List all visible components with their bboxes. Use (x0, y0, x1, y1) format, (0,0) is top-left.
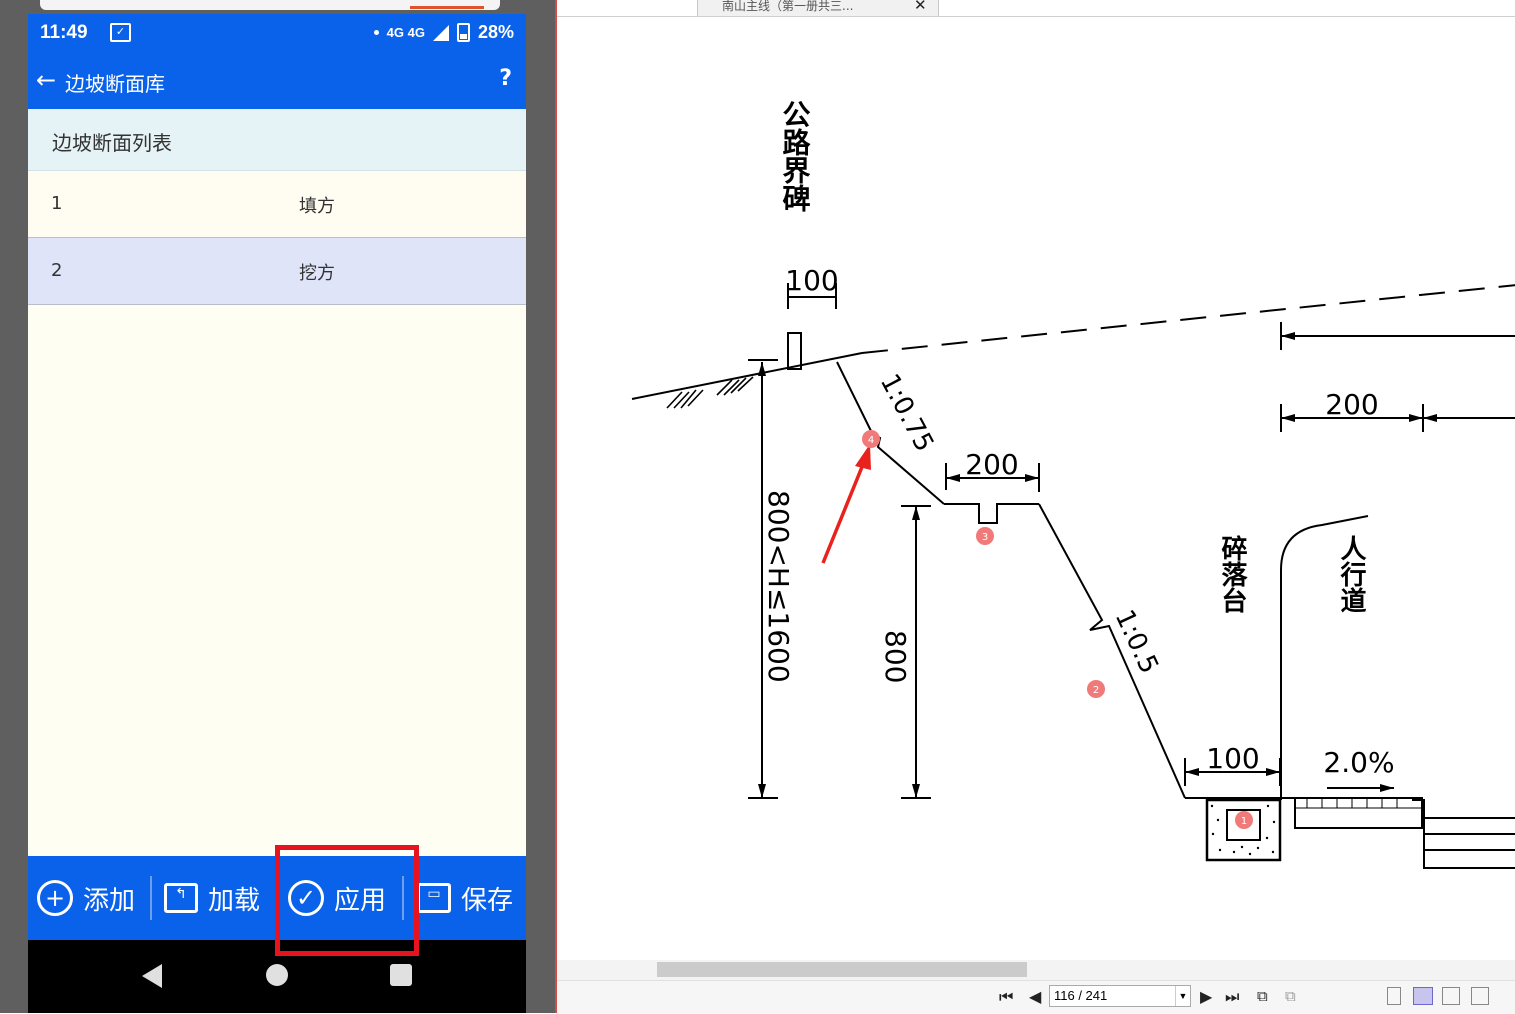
save-button[interactable]: ▭ 保存 (417, 856, 513, 940)
network-type: 4G 4G (386, 25, 425, 40)
dim-arrowhead (1025, 474, 1039, 482)
table-row-selected[interactable]: 2 挖方 (28, 238, 526, 305)
list-header-label: 边坡断面列表 (52, 131, 172, 155)
row-number: 2 (51, 260, 63, 281)
marker-label: 2 (1093, 685, 1099, 696)
marker-label: 1 (1241, 816, 1247, 827)
load-arrow-icon: ↰ (164, 883, 198, 913)
marker-label: 4 (868, 435, 874, 446)
status-time: 11:49 (40, 22, 88, 43)
marker-label: 3 (982, 532, 988, 543)
ground-line (631, 352, 863, 400)
pdf-viewer: 南山主线（第一册共三... ✕ 1 2 3 4 公路界碑 100 1:0.75 … (555, 0, 1515, 1014)
page-indicator: 116 / 241 (1054, 988, 1108, 1003)
add-button[interactable]: + 添加 (37, 856, 135, 940)
boundary-post (787, 332, 802, 370)
design-dashed-line (861, 284, 1515, 354)
dim-200-right: 200 (1325, 388, 1378, 421)
dim-800: 800 (879, 630, 912, 683)
dim-100-bottom: 100 (1206, 742, 1259, 775)
bench-ditch (944, 503, 1039, 524)
annotation-arrowhead (855, 444, 871, 470)
slope-label-1: 1:0.75 (874, 369, 940, 457)
dim-200-ditch: 200 (965, 448, 1018, 481)
list-header: 边坡断面列表 (28, 109, 526, 171)
row-name: 挖方 (299, 263, 335, 284)
status-bar: 11:49 ✓ 4G 4G 28% (28, 14, 526, 52)
dim-arrowhead (1281, 414, 1295, 422)
markers: 1 2 3 4 (862, 430, 1253, 829)
battery-icon (456, 23, 470, 42)
tab-title: 南山主线（第一册共三... (722, 0, 854, 13)
road-layers (1412, 799, 1515, 869)
dim-arrowhead (758, 362, 766, 376)
annotation-arrow (821, 461, 866, 564)
phone-top-strip (40, 0, 500, 10)
signal-icon (432, 24, 449, 41)
nav-back-icon[interactable] (142, 964, 162, 988)
label-boundary-marker: 公路界碑 (779, 100, 812, 212)
apply-highlight-box (275, 845, 419, 956)
dim-100-top: 100 (785, 264, 838, 297)
app-bar: ← 边坡断面库 ? (28, 52, 526, 109)
prev-page-icon[interactable]: ◀ (1029, 987, 1041, 1006)
dim-arrowhead (912, 784, 920, 798)
lower-slope (1038, 503, 1186, 799)
top-strip-accent (410, 6, 484, 9)
two-page-view-icon[interactable] (1442, 987, 1460, 1005)
scrollbar-thumb[interactable] (657, 962, 1027, 977)
grade-label: 2.0% (1323, 746, 1394, 779)
dim-arrowhead (758, 784, 766, 798)
dim-arrowhead (1423, 414, 1437, 422)
load-label: 加载 (208, 885, 261, 916)
dim-arrowhead (912, 506, 920, 520)
two-page-continuous-icon[interactable] (1471, 987, 1489, 1005)
row-number: 1 (51, 193, 63, 214)
phone-mirror-area: 11:49 ✓ 4G 4G 28% ← 边坡断面库 ? 边坡断面列表 1 填方 … (0, 0, 555, 1013)
horizontal-scrollbar[interactable] (557, 960, 1515, 980)
next-page-icon[interactable]: ▶ (1200, 987, 1212, 1006)
continuous-view-icon[interactable] (1413, 987, 1433, 1005)
back-arrow-icon[interactable]: ← (36, 66, 56, 94)
toolbar-divider (150, 876, 152, 920)
copy-page-icon[interactable]: ⧉ (1257, 987, 1268, 1005)
sidewalk-slab (1294, 797, 1423, 829)
help-button[interactable]: ? (499, 66, 512, 91)
notification-check-icon: ✓ (110, 23, 131, 42)
single-page-view-icon[interactable] (1387, 987, 1401, 1005)
save-label: 保存 (461, 885, 514, 916)
ground-hatch (666, 376, 754, 409)
last-page-icon[interactable]: ⏭ (1225, 987, 1239, 1007)
nav-recent-icon[interactable] (390, 964, 412, 986)
tab-close-icon[interactable]: ✕ (914, 0, 927, 14)
dim-arrowhead (1266, 768, 1280, 776)
nav-home-icon[interactable] (266, 964, 288, 986)
grade-arrowhead (1380, 784, 1394, 792)
document-tab[interactable]: 南山主线（第一册共三... ✕ (697, 0, 939, 17)
status-dot-icon (373, 30, 379, 35)
pdf-navigation-bar: ⏮ ◀ 116 / 241 ▼ ▶ ⏭ ⧉ ⧉ (557, 980, 1515, 1014)
dim-height-range: 800<H≤1600 (762, 490, 795, 683)
paste-page-icon[interactable]: ⧉ (1285, 987, 1296, 1005)
dim-arrowhead (1281, 332, 1295, 340)
battery-level: 28% (477, 22, 514, 42)
first-page-icon[interactable]: ⏮ (999, 987, 1013, 1007)
table-row[interactable]: 1 填方 (28, 171, 526, 238)
label-rockfall-platform: 碎落台 (1217, 535, 1247, 613)
dim-arrowhead (1409, 414, 1423, 422)
page-dropdown-icon[interactable]: ▼ (1175, 986, 1190, 1006)
label-sidewalk: 人行道 (1336, 535, 1367, 613)
load-button[interactable]: ↰ 加载 (164, 856, 260, 940)
cross-section-drawing: 1 2 3 4 公路界碑 100 1:0.75 200 200 1:0.5 80… (631, 100, 1515, 869)
page-number-input[interactable]: 116 / 241 ▼ (1049, 985, 1191, 1007)
row-name: 填方 (299, 196, 335, 217)
status-right: 4G 4G 28% (373, 22, 514, 43)
dim-arrowhead (1185, 768, 1199, 776)
add-label: 添加 (83, 885, 136, 916)
page-title: 边坡断面库 (65, 72, 165, 96)
save-disk-icon: ▭ (417, 883, 451, 913)
plus-icon: + (37, 880, 73, 916)
dim-arrowhead (946, 474, 960, 482)
